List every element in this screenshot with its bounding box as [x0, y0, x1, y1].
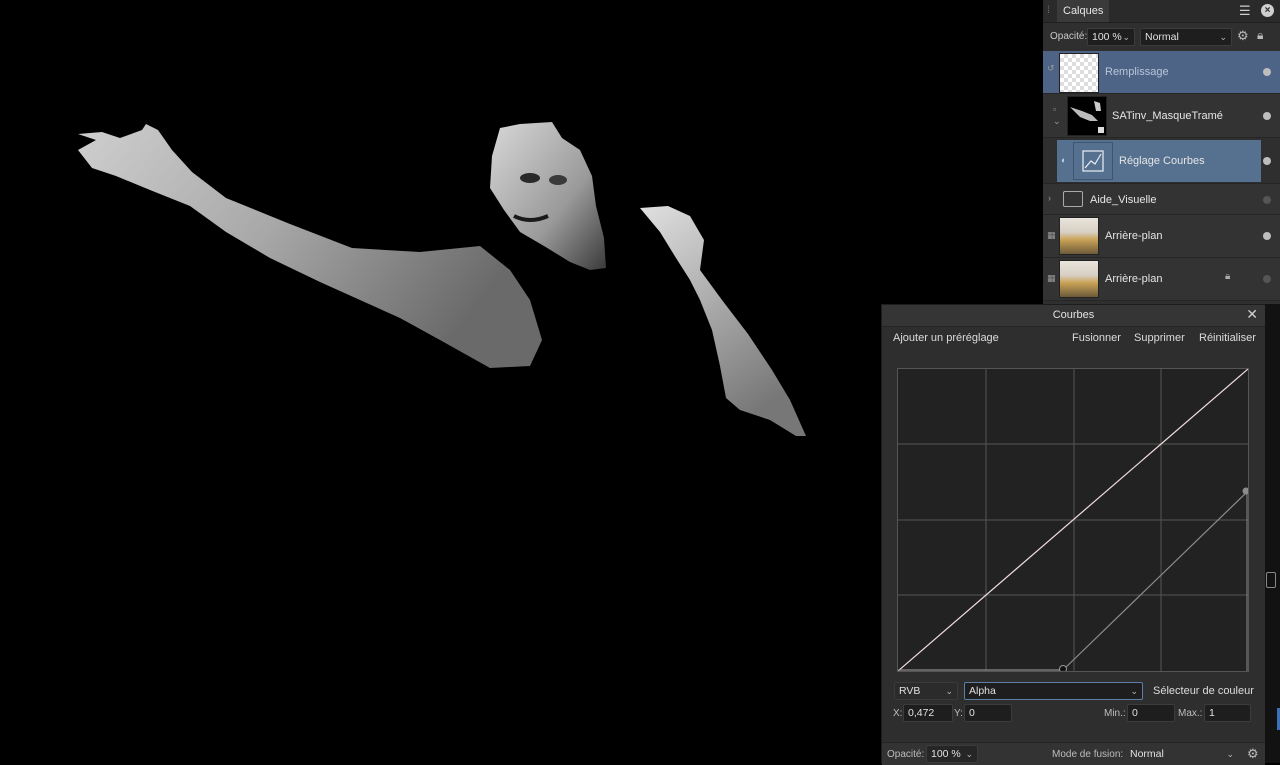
layers-titlebar: ⁞ Calques ☰ ×: [1043, 0, 1280, 23]
layer-thumbnail: [1059, 217, 1099, 255]
footer-blend-mode-select[interactable]: Normal ⌄: [1125, 745, 1239, 763]
pixel-layer-icon: ▦: [1047, 230, 1056, 240]
layer-thumbnail: [1067, 96, 1107, 136]
curves-title: Courbes: [1052, 309, 1095, 321]
layer-row-aide-visuelle[interactable]: › Aide_Visuelle: [1043, 184, 1280, 215]
channel-value: RVB: [899, 685, 921, 697]
opacity-select[interactable]: 100 % ⌄: [1087, 28, 1135, 46]
layers-options-bar: Opacité: 100 % ⌄ Normal ⌄ ⚙ 🔒︎: [1043, 24, 1280, 49]
close-icon[interactable]: ×: [1261, 4, 1274, 17]
visibility-dot[interactable]: [1263, 112, 1271, 120]
reset-button[interactable]: Réinitialiser: [1199, 332, 1256, 344]
layers-tab[interactable]: Calques: [1057, 0, 1110, 22]
curves-footer: Opacité: 100 % ⌄ Mode de fusion: Normal …: [882, 742, 1265, 765]
chevron-down-icon: ⌄: [1122, 32, 1130, 42]
menu-icon[interactable]: ☰: [1239, 4, 1253, 18]
curves-graph[interactable]: [897, 368, 1250, 673]
merge-button[interactable]: Fusionner: [1072, 332, 1121, 344]
opacity-value: 100 %: [1092, 31, 1122, 43]
x-input[interactable]: 0,472: [903, 704, 953, 722]
layer-name: Réglage Courbes: [1119, 155, 1205, 167]
layer-thumbnail: [1059, 260, 1099, 298]
visibility-dot[interactable]: [1263, 232, 1271, 240]
alpha-curve[interactable]: [1062, 490, 1249, 671]
visibility-dot[interactable]: [1263, 157, 1271, 165]
curves-thumbnail-icon: [1073, 142, 1113, 180]
color-picker-button[interactable]: Sélecteur de couleur: [1153, 685, 1254, 697]
blend-mode-value: Normal: [1145, 31, 1179, 43]
y-input[interactable]: 0: [964, 704, 1012, 722]
visibility-dot[interactable]: [1263, 275, 1271, 283]
mask-icon[interactable]: ▫: [1053, 104, 1056, 114]
max-label: Max.:: [1178, 708, 1203, 719]
curves-panel: Courbes ✕ Ajouter un préréglage Fusionne…: [881, 304, 1265, 765]
layer-row-arriere-plan-2[interactable]: ▦ Arrière-plan 🔒︎: [1043, 258, 1280, 301]
delete-button[interactable]: Supprimer: [1134, 332, 1185, 344]
x-label: X:: [893, 708, 903, 719]
sub-channel-value: Alpha: [969, 685, 996, 697]
gear-icon[interactable]: ⚙: [1237, 28, 1249, 44]
right-edge-strip: [1264, 304, 1280, 763]
lock-icon[interactable]: 🔒︎: [1257, 28, 1263, 43]
visibility-dot[interactable]: [1263, 68, 1271, 76]
opacity-label: Opacité:: [1050, 31, 1088, 42]
blend-mode-label: Mode de fusion:: [1052, 749, 1124, 760]
layer-row-arriere-plan-1[interactable]: ▦ Arrière-plan: [1043, 215, 1280, 258]
curves-graph-svg: [897, 368, 1250, 673]
link-icon[interactable]: ↺: [1047, 63, 1055, 74]
add-preset-button[interactable]: Ajouter un préréglage: [893, 332, 999, 344]
close-icon[interactable]: ✕: [1246, 306, 1258, 323]
min-label: Min.:: [1104, 708, 1126, 719]
head-shape: [490, 122, 606, 270]
curve-point-selected[interactable]: [1059, 665, 1067, 673]
arm-left-shape: [78, 124, 542, 368]
min-input[interactable]: 0: [1127, 704, 1175, 722]
chevron-down-icon: ⌄: [1130, 686, 1138, 696]
adjustment-icon: ◐: [1061, 155, 1067, 165]
visibility-dot[interactable]: [1263, 196, 1271, 204]
layer-name: Aide_Visuelle: [1090, 194, 1157, 206]
lock-icon[interactable]: 🔒︎: [1225, 271, 1230, 282]
side-handle-icon[interactable]: [1266, 572, 1276, 588]
chevron-down-icon[interactable]: ⌄: [1053, 116, 1061, 127]
min-value: 0: [1132, 707, 1138, 719]
layer-thumbnail: [1059, 53, 1099, 93]
panel-grip-icon[interactable]: ⁞: [1047, 5, 1050, 16]
gear-icon[interactable]: ⚙: [1247, 746, 1259, 762]
max-value: 1: [1209, 707, 1215, 719]
curves-header: Courbes ✕: [882, 305, 1265, 327]
layer-row-remplissage[interactable]: ↺ Remplissage: [1043, 51, 1280, 94]
footer-opacity-select[interactable]: 100 % ⌄: [926, 745, 978, 763]
footer-opacity-value: 100 %: [931, 748, 961, 760]
channel-select[interactable]: RVB ⌄: [894, 682, 958, 700]
curve-point[interactable]: [1242, 487, 1250, 495]
layer-name: Arrière-plan: [1105, 230, 1163, 242]
footer-opacity-label: Opacité:: [887, 749, 925, 760]
layer-name: Arrière-plan: [1105, 273, 1163, 285]
group-folder-icon: [1063, 191, 1083, 207]
y-value: 0: [969, 707, 975, 719]
chevron-down-icon: ⌄: [965, 749, 973, 759]
y-label: Y:: [954, 708, 963, 719]
footer-blend-mode-value: Normal: [1130, 748, 1164, 760]
pixel-layer-icon: ▦: [1047, 273, 1056, 283]
chevron-down-icon: ⌄: [1219, 32, 1227, 42]
layer-row-masque[interactable]: ▫ ⌄ SATinv_MasqueTramé: [1043, 94, 1280, 138]
chevron-down-icon: ⌄: [1226, 749, 1234, 759]
arm-right-shape: [640, 206, 806, 436]
layer-name: SATinv_MasqueTramé: [1112, 110, 1223, 122]
blend-mode-select[interactable]: Normal ⌄: [1140, 28, 1232, 46]
layer-name: Remplissage: [1105, 66, 1169, 78]
layers-panel: ⁞ Calques ☰ × Opacité: 100 % ⌄ Normal ⌄ …: [1043, 0, 1280, 305]
chevron-right-icon[interactable]: ›: [1048, 193, 1051, 203]
sub-channel-select[interactable]: Alpha ⌄: [964, 682, 1143, 700]
max-input[interactable]: 1: [1204, 704, 1251, 722]
layer-row-reglage-courbes[interactable]: ◐ Réglage Courbes: [1043, 138, 1280, 184]
x-value: 0,472: [908, 707, 935, 719]
chevron-down-icon: ⌄: [945, 686, 953, 696]
